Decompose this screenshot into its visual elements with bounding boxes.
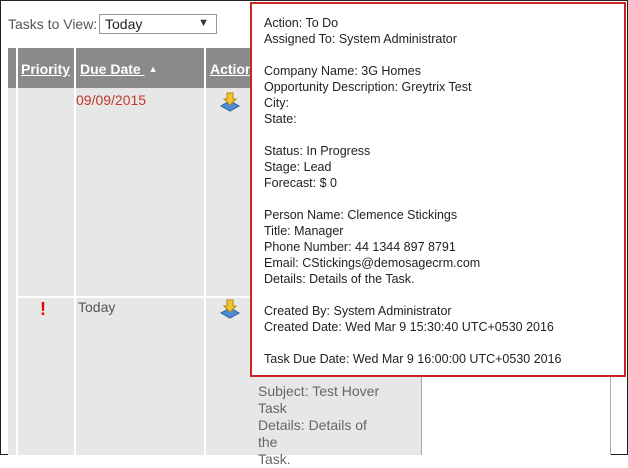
subject-line: Task [258, 400, 287, 416]
tooltip-state: State: [264, 112, 297, 126]
tasks-to-view-value: Today [105, 16, 143, 32]
due-date-header-label: Due Date [80, 61, 141, 77]
column-divider [204, 48, 206, 455]
tooltip-status: Status: In Progress [264, 144, 371, 158]
task-subject-details: Subject: Test Hover Task Details: Detail… [258, 383, 388, 468]
tasks-to-view-select[interactable]: Today ▼ [99, 14, 217, 34]
tooltip-email: Email: CStickings@demosagecrm.com [264, 256, 481, 270]
tooltip-person-name: Person Name: Clemence Stickings [264, 208, 458, 222]
grid-header-gap [8, 48, 16, 88]
tooltip-city: City: [264, 96, 289, 110]
tooltip-action: Action: To Do [264, 16, 339, 30]
task-hover-tooltip: Action: To Do Assigned To: System Admini… [250, 2, 626, 377]
tooltip-created-by: Created By: System Administrator [264, 304, 452, 318]
row-2-due-date: Today [78, 299, 116, 315]
tooltip-title: Title: Manager [264, 224, 344, 238]
row-1-due-date: 09/09/2015 [76, 92, 147, 108]
high-priority-icon: ! [40, 299, 46, 319]
tooltip-task-due-date: Task Due Date: Wed Mar 9 16:00:00 UTC+05… [264, 352, 562, 366]
tooltip-assigned-to: Assigned To: System Administrator [264, 32, 457, 46]
dropdown-arrow-icon: ▼ [198, 17, 209, 29]
action-header-label: Action [210, 61, 254, 77]
tooltip-company-name: Company Name: 3G Homes [264, 64, 422, 78]
tooltip-created-date: Created Date: Wed Mar 9 15:30:40 UTC+053… [264, 320, 554, 334]
tooltip-details: Details: Details of the Task. [264, 272, 415, 286]
task-grid: Priority Due Date ▲ Action 09/09/2015 ! … [8, 48, 254, 455]
due-date-column-header[interactable]: Due Date ▲ [76, 48, 204, 88]
tooltip-opportunity-description: Opportunity Description: Greytrix Test [264, 80, 472, 94]
details-line: Details: Details of the [258, 417, 367, 450]
tooltip-phone: Phone Number: 44 1344 897 8791 [264, 240, 456, 254]
subject-line: Subject: Test Hover [258, 383, 380, 399]
tasks-to-view-label: Tasks to View: [8, 16, 98, 32]
sort-ascending-icon: ▲ [148, 64, 158, 74]
priority-column-header[interactable]: Priority [18, 48, 74, 88]
priority-header-label: Priority [21, 61, 71, 77]
action-column-header[interactable]: Action [206, 48, 254, 88]
column-divider [16, 48, 18, 455]
download-icon[interactable] [219, 91, 241, 113]
details-line: Task. [258, 451, 291, 467]
notes-textbox[interactable] [421, 375, 611, 455]
column-divider [74, 48, 76, 455]
tooltip-forecast: Forecast: $ 0 [264, 176, 337, 190]
row-divider [16, 296, 252, 298]
download-icon[interactable] [219, 298, 241, 320]
tooltip-stage: Stage: Lead [264, 160, 332, 174]
